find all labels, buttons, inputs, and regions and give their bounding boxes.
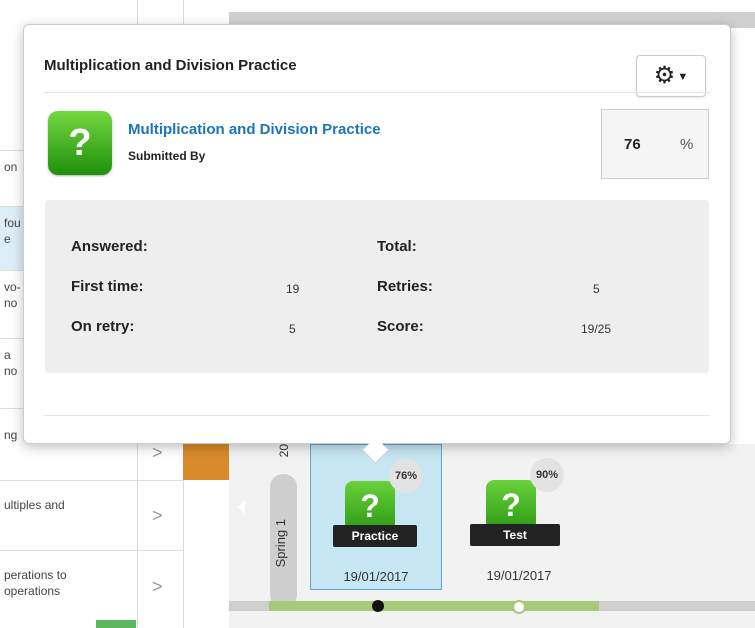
score-value: 19/25 bbox=[581, 322, 612, 336]
activity-card-practice[interactable]: ? 76% Practice 19/01/2017 bbox=[310, 444, 442, 590]
score-percent-value: 76 bbox=[624, 136, 641, 153]
popover-title: Multiplication and Division Practice bbox=[44, 57, 297, 74]
gear-icon: ⚙ bbox=[653, 62, 676, 89]
retries-value: 5 bbox=[593, 282, 600, 296]
objective-text: ultiples and bbox=[4, 498, 65, 512]
timeline-track bbox=[229, 601, 755, 611]
submitted-by-label: Submitted By bbox=[128, 149, 206, 163]
on-retry-value: 5 bbox=[289, 322, 296, 336]
objective-row[interactable]: perations to operations > bbox=[0, 550, 183, 623]
term-marker: 20 Spring 1 bbox=[270, 444, 297, 608]
card-date: 19/01/2017 bbox=[486, 568, 552, 583]
term-year: 20 bbox=[277, 444, 291, 458]
card-type-tag: Practice bbox=[333, 525, 417, 547]
answered-label: Answered: bbox=[71, 238, 148, 255]
settings-dropdown-button[interactable]: ⚙ ▼ bbox=[636, 55, 706, 97]
score-label: Score: bbox=[377, 318, 424, 335]
objective-row[interactable]: ultiples and > bbox=[0, 480, 183, 551]
timeline-track-fill bbox=[269, 601, 599, 611]
score-percent-unit: % bbox=[680, 136, 694, 153]
divider bbox=[44, 415, 710, 416]
divider bbox=[44, 92, 710, 93]
question-mark-icon: ? bbox=[345, 481, 395, 531]
timeline-dot[interactable] bbox=[512, 600, 526, 614]
stats-panel: Answered: Total: First time: 19 Retries:… bbox=[45, 200, 709, 373]
status-cell bbox=[183, 444, 229, 480]
card-date: 19/01/2017 bbox=[343, 569, 409, 584]
chevron-right-icon[interactable]: > bbox=[152, 443, 163, 464]
caret-down-icon: ▼ bbox=[677, 70, 689, 83]
chevron-right-icon[interactable]: > bbox=[152, 577, 163, 598]
first-time-value: 19 bbox=[286, 282, 300, 296]
progress-chip bbox=[96, 620, 136, 628]
timeline-dot-active[interactable] bbox=[372, 600, 384, 612]
on-retry-label: On retry: bbox=[71, 318, 135, 335]
scroll-left-icon[interactable] bbox=[238, 500, 245, 514]
objective-text: perations to operations bbox=[4, 568, 67, 598]
chevron-right-icon[interactable]: > bbox=[152, 506, 163, 527]
score-percent-box: 76 % bbox=[601, 109, 709, 179]
activity-title-link[interactable]: Multiplication and Division Practice bbox=[128, 121, 381, 138]
activity-card-test[interactable]: ? 90% Test 19/01/2017 bbox=[454, 444, 584, 588]
first-time-label: First time: bbox=[71, 278, 144, 295]
retries-label: Retries: bbox=[377, 278, 433, 295]
card-type-tag: Test bbox=[470, 524, 560, 546]
card-percent-badge: 90% bbox=[530, 458, 564, 492]
total-label: Total: bbox=[377, 238, 417, 255]
term-label: Spring 1 bbox=[273, 519, 288, 568]
card-percent-badge: 76% bbox=[389, 459, 423, 493]
question-mark-icon: ? bbox=[48, 111, 112, 175]
question-mark-icon: ? bbox=[486, 480, 536, 530]
activity-popover: Multiplication and Division Practice ⚙ ▼ … bbox=[23, 24, 731, 464]
